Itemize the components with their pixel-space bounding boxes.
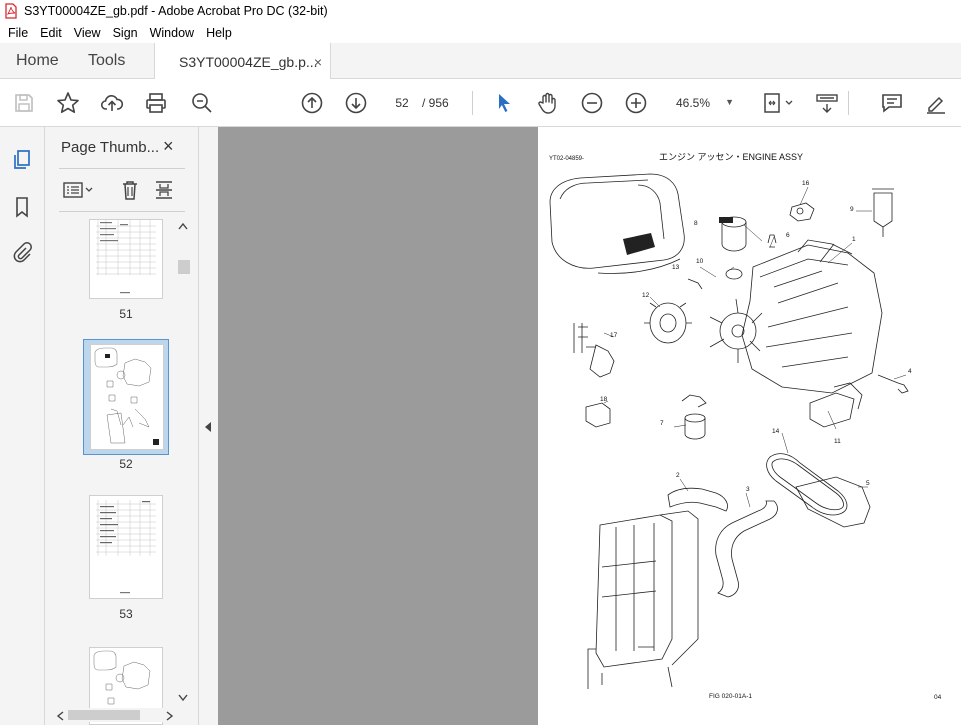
page-extract-icon[interactable] xyxy=(153,179,175,201)
document-viewer-background xyxy=(218,127,538,725)
tab-home[interactable]: Home xyxy=(16,43,59,79)
scroll-mode-icon[interactable] xyxy=(814,91,840,115)
scroll-right-icon[interactable] xyxy=(166,711,174,721)
scrollbar-thumb[interactable] xyxy=(68,710,140,720)
attachments-paperclip-icon[interactable] xyxy=(10,240,34,264)
page-total: / 956 xyxy=(422,96,449,110)
menu-bar: File Edit View Sign Window Help xyxy=(0,22,961,43)
page-thumbnails-icon[interactable] xyxy=(10,148,34,172)
menu-edit[interactable]: Edit xyxy=(34,26,68,40)
callout-12: 12 xyxy=(642,292,650,299)
callout-3: 3 xyxy=(746,486,750,493)
thumbnail-options-icon[interactable] xyxy=(61,179,97,201)
thumbnail-label-53: 53 xyxy=(119,607,133,621)
callout-18: 18 xyxy=(600,396,608,403)
thumbnail-page-53[interactable] xyxy=(89,495,163,599)
thumbnail-horizontal-scrollbar[interactable] xyxy=(54,708,176,722)
menu-view[interactable]: View xyxy=(68,26,107,40)
hand-tool-icon[interactable] xyxy=(536,91,560,115)
thumbnail-label-51: 51 xyxy=(119,307,133,321)
bookmarks-icon[interactable] xyxy=(10,195,34,219)
collapse-panel-handle[interactable] xyxy=(198,127,218,725)
select-cursor-icon[interactable] xyxy=(492,91,516,115)
scroll-left-icon[interactable] xyxy=(56,711,64,721)
collapse-arrow-icon xyxy=(205,422,211,432)
left-navigation-rail xyxy=(0,127,45,725)
callout-9: 9 xyxy=(850,206,854,213)
panel-divider xyxy=(59,211,185,212)
scroll-up-icon[interactable] xyxy=(178,222,188,230)
acrobat-pdf-icon xyxy=(5,3,17,19)
chevron-down-icon: ▼ xyxy=(725,97,734,107)
zoom-in-icon[interactable] xyxy=(624,91,648,115)
engine-assembly-diagram: 1 2 3 4 5 6 7 8 9 10 11 12 13 14 16 17 1… xyxy=(549,173,912,689)
thumbnail-page-52[interactable] xyxy=(90,344,164,450)
close-panel-icon[interactable]: × xyxy=(163,136,174,157)
highlight-pen-icon[interactable] xyxy=(924,91,948,115)
toolbar xyxy=(0,79,961,127)
upload-cloud-icon[interactable] xyxy=(100,91,124,115)
menu-file[interactable]: File xyxy=(2,26,34,40)
zoom-level-dropdown[interactable]: 46.5% ▼ xyxy=(668,91,740,115)
callout-1: 1 xyxy=(852,236,856,243)
page-fit-icon[interactable] xyxy=(760,91,796,115)
scroll-down-icon[interactable] xyxy=(178,694,188,702)
document-page[interactable]: エンジン アッセン・ENGINE ASSY YT02-04859- FIG 02… xyxy=(538,127,961,725)
callout-4: 4 xyxy=(908,368,912,375)
menu-window[interactable]: Window xyxy=(144,26,200,40)
bookmark-star-icon[interactable] xyxy=(56,91,80,115)
callout-16: 16 xyxy=(802,180,810,187)
scrollbar-thumb[interactable] xyxy=(178,260,190,274)
callout-7: 7 xyxy=(660,420,664,427)
thumbnail-page-51[interactable] xyxy=(89,219,163,299)
zoom-search-icon[interactable] xyxy=(190,91,214,115)
comment-icon[interactable] xyxy=(880,91,904,115)
panel-toolbar xyxy=(59,175,185,205)
close-tab-icon[interactable]: × xyxy=(314,54,322,70)
callout-2: 2 xyxy=(676,472,680,479)
previous-page-icon[interactable] xyxy=(300,91,324,115)
callout-6: 6 xyxy=(786,232,790,239)
callout-5: 5 xyxy=(866,480,870,487)
zoom-level-value: 46.5% xyxy=(676,96,711,110)
tab-bar: Home Tools S3YT00004ZE_gb.p... × xyxy=(0,43,961,80)
delete-trash-icon[interactable] xyxy=(119,179,141,201)
tab-document[interactable]: S3YT00004ZE_gb.p... × xyxy=(154,43,331,80)
save-icon[interactable] xyxy=(12,91,36,115)
callout-13: 13 xyxy=(672,264,680,271)
panel-title: Page Thumb... xyxy=(61,139,160,156)
page-number-input[interactable]: 52 xyxy=(387,91,417,115)
zoom-out-icon[interactable] xyxy=(580,91,604,115)
thumbnail-label-52: 52 xyxy=(119,457,133,471)
callout-14: 14 xyxy=(772,428,780,435)
callout-11: 11 xyxy=(834,438,841,445)
menu-help[interactable]: Help xyxy=(200,26,238,40)
callout-8: 8 xyxy=(694,220,698,227)
callout-17: 17 xyxy=(610,332,618,339)
title-bar: S3YT00004ZE_gb.pdf - Adobe Acrobat Pro D… xyxy=(0,0,961,22)
panel-divider xyxy=(59,168,185,169)
next-page-icon[interactable] xyxy=(344,91,368,115)
tab-document-label: S3YT00004ZE_gb.p... xyxy=(179,53,318,70)
callout-10: 10 xyxy=(696,258,704,265)
thumbnail-vertical-scrollbar[interactable] xyxy=(176,218,190,708)
menu-sign[interactable]: Sign xyxy=(107,26,144,40)
tab-tools[interactable]: Tools xyxy=(88,43,125,79)
print-icon[interactable] xyxy=(144,91,168,115)
window-title: S3YT00004ZE_gb.pdf - Adobe Acrobat Pro D… xyxy=(24,4,328,18)
